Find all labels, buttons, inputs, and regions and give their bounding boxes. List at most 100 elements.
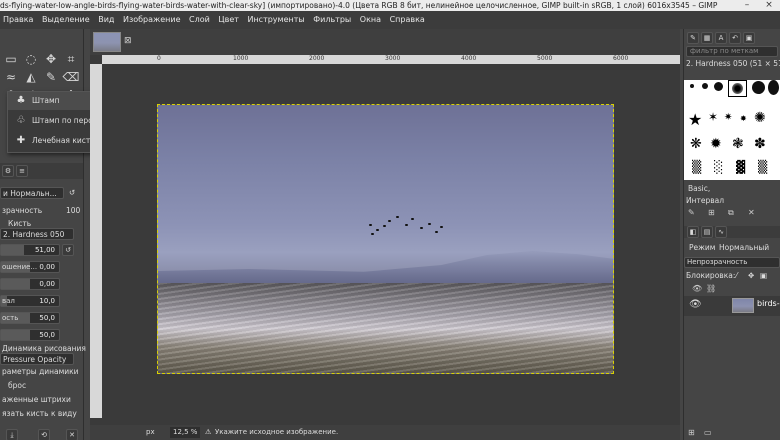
flyout-item-label: Лечебная кисть	[32, 136, 95, 145]
duplicate-brush-icon[interactable]: ⧉	[728, 208, 734, 218]
close-tab-icon[interactable]: ⊠	[124, 36, 132, 46]
reset-mode-icon[interactable]: ↺	[69, 187, 75, 199]
eraser-icon[interactable]: ⌫	[62, 69, 80, 86]
mode-select[interactable]: и Нормальн...	[0, 187, 64, 199]
edit-brush-icon[interactable]: ✎	[688, 208, 695, 217]
splatter-brush-icon[interactable]: ❋	[690, 136, 702, 152]
free-select-icon[interactable]: ◌	[22, 51, 40, 68]
brush-grid[interactable]: ★ ✶ ✷ ✸ ✺ ❋ ✹ ❃ ✽ ▒ ░ ▓ ▒	[684, 80, 780, 180]
menu-filters[interactable]: Фильтры	[310, 11, 354, 29]
lock-position-icon[interactable]: ✥	[748, 270, 754, 282]
force-spin[interactable]: 50,0	[0, 329, 60, 341]
menu-tools[interactable]: Инструменты	[244, 11, 307, 29]
texture-brush-icon[interactable]: ▓	[736, 160, 745, 174]
bird	[411, 218, 414, 220]
brush-actions: ✎ ⊞ ⧉ ✕	[684, 208, 780, 219]
history-tab-icon[interactable]: ↶	[729, 32, 741, 44]
fonts-tab-icon[interactable]: A	[715, 32, 727, 44]
image-mountains	[158, 251, 613, 287]
dynamics-selector[interactable]: Pressure Opacity	[0, 353, 74, 365]
brush-swatch[interactable]	[768, 80, 779, 95]
smooth-row[interactable]: аженные штрихи	[0, 394, 82, 406]
brush-swatch[interactable]	[702, 83, 708, 89]
close-button[interactable]: ×	[758, 0, 780, 11]
image-canvas[interactable]	[157, 104, 614, 374]
angle-spin[interactable]: 0,00	[0, 278, 60, 290]
layer-opacity-spin[interactable]: Непрозрачность	[684, 257, 780, 268]
bucket-fill-icon[interactable]: ◭	[22, 69, 40, 86]
selected-brush[interactable]	[728, 80, 747, 97]
zoom-select[interactable]: 12,5 %	[170, 427, 201, 438]
ruler-tick: 0	[157, 55, 161, 62]
image-tab-thumbnail[interactable]	[93, 32, 121, 52]
tag-filter-input[interactable]: фильтр по меткам	[686, 46, 778, 57]
warp-icon[interactable]: ≈	[2, 69, 20, 86]
menu-windows[interactable]: Окна	[357, 11, 384, 29]
dynamics-params-row[interactable]: раметры динамики	[0, 366, 82, 378]
sparkle-brush-icon[interactable]: ✷	[724, 112, 732, 123]
texture-brush-icon[interactable]: ▒	[692, 160, 701, 174]
new-layer-icon[interactable]: ⊞	[688, 428, 695, 437]
status-message: Укажите исходное изображение.	[215, 428, 339, 436]
sparkle-brush-icon[interactable]: ✸	[740, 114, 747, 123]
brush-swatch[interactable]	[690, 84, 694, 88]
menu-help[interactable]: Справка	[387, 11, 428, 29]
unit-select[interactable]: px	[146, 425, 155, 440]
images-tab-icon[interactable]: ▣	[743, 32, 755, 44]
save-options-icon[interactable]: ⤓	[6, 429, 18, 440]
device-status-tab-icon[interactable]: ≡	[16, 165, 28, 177]
paintbrush-icon[interactable]: ✎	[42, 69, 60, 86]
layer-mode-select[interactable]: Нормальный	[719, 242, 769, 254]
star-brush-icon[interactable]: ★	[688, 110, 702, 129]
bird	[383, 225, 386, 227]
layers-tab-icon[interactable]: ◧	[687, 226, 699, 238]
tool-options-tabbar: ⚙ ≡	[0, 163, 83, 179]
channels-tab-icon[interactable]: ▤	[701, 226, 713, 238]
star-brush-icon[interactable]: ✶	[708, 110, 718, 124]
menu-select[interactable]: Выделение	[39, 11, 93, 29]
layer-row[interactable]: 👁 birds-	[684, 296, 780, 316]
brush-swatch[interactable]	[714, 82, 723, 91]
texture-brush-icon[interactable]: ░	[714, 160, 723, 174]
lock-pixels-icon[interactable]: ⁄	[736, 270, 737, 282]
lock-view-row[interactable]: язать кисть к виду	[0, 408, 82, 420]
lock-alpha-icon[interactable]: ▣	[760, 270, 767, 282]
horizontal-scrollbar[interactable]	[102, 414, 668, 425]
splatter-brush-icon[interactable]: ❃	[732, 136, 744, 152]
chain-header-icon: ⛓	[706, 284, 717, 293]
menu-edit[interactable]: Правка	[0, 11, 36, 29]
texture-brush-icon[interactable]: ▒	[758, 160, 767, 174]
size-reset-icon[interactable]: ↺	[62, 244, 74, 256]
layer-group-icon[interactable]: ▭	[704, 428, 712, 437]
vertical-scrollbar[interactable]	[668, 64, 680, 414]
brush-swatch[interactable]	[752, 81, 765, 94]
brush-selector[interactable]: 2. Hardness 050	[0, 228, 74, 240]
paths-tab-icon[interactable]: ∿	[715, 226, 727, 238]
menu-color[interactable]: Цвет	[215, 11, 242, 29]
jitter-row[interactable]: брос	[0, 380, 82, 392]
new-brush-icon[interactable]: ⊞	[708, 208, 715, 217]
layer-name[interactable]: birds-	[757, 299, 780, 308]
size-spin[interactable]: 51,00	[0, 244, 60, 256]
delete-options-icon[interactable]: ✕	[66, 429, 78, 440]
opacity-value[interactable]: 100	[66, 205, 80, 217]
brushes-tab-icon[interactable]: ✎	[687, 32, 699, 44]
image-water	[158, 283, 613, 373]
reset-options-icon[interactable]: ⟲	[38, 429, 50, 440]
menu-image[interactable]: Изображение	[120, 11, 184, 29]
splatter-brush-icon[interactable]: ✽	[754, 136, 766, 152]
window-title: ds-flying-water-low-angle-birds-flying-w…	[0, 1, 718, 10]
rect-select-icon[interactable]: ▭	[2, 51, 20, 68]
patterns-tab-icon[interactable]: ▦	[701, 32, 713, 44]
minimize-button[interactable]: –	[736, 0, 758, 11]
eye-icon[interactable]: 👁	[689, 299, 702, 310]
delete-brush-icon[interactable]: ✕	[748, 208, 755, 217]
splatter-brush-icon[interactable]: ✹	[710, 136, 722, 152]
menu-view[interactable]: Вид	[95, 11, 117, 29]
splatter-brush-icon[interactable]: ✺	[754, 110, 766, 126]
layer-mode-label: Режим	[689, 243, 716, 252]
tool-options-tab-icon[interactable]: ⚙	[2, 165, 14, 177]
menu-layer[interactable]: Слой	[186, 11, 213, 29]
move-icon[interactable]: ✥	[42, 51, 60, 68]
crop-icon[interactable]: ⌗	[62, 51, 80, 68]
